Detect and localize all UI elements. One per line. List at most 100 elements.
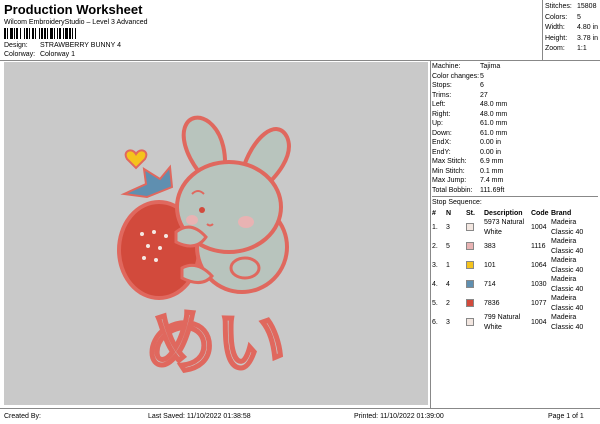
colorway-value: Colorway 1 <box>39 51 75 58</box>
machine-info-row: Down: 61.0 mm <box>432 129 598 139</box>
seq-code: 1004 <box>531 223 547 231</box>
seq-brand: Madeira Classic 40 <box>551 257 584 274</box>
colorway-row: Colorway: Colorway 1 <box>4 51 75 58</box>
machine-info-label: Left: <box>432 101 446 108</box>
seq-code: 1030 <box>531 280 547 288</box>
table-row: 4. 4 714 1030 Madeira Classic 40 <box>432 275 598 294</box>
machine-info-value: 5 <box>480 72 484 80</box>
machine-info-row: Up: 61.0 mm <box>432 119 598 129</box>
divider <box>430 60 431 408</box>
machine-info-value: 0.00 in <box>480 139 502 146</box>
divider <box>0 408 600 409</box>
machine-info-label: Color changes: <box>432 72 480 80</box>
machine-info-label: Up: <box>432 120 443 127</box>
machine-info-label: Total Bobbin: <box>432 186 473 194</box>
seq-brand: Madeira Classic 40 <box>551 238 584 255</box>
seq-num: 3. <box>432 261 438 269</box>
top-stat-value: 5 <box>577 13 581 21</box>
stop-sequence-label: Stop Sequence: <box>432 199 482 206</box>
machine-info-row: Trims: 27 <box>432 91 598 101</box>
col-header: # <box>432 209 436 217</box>
bunny-eye <box>199 207 205 213</box>
machine-info-label: EndX: <box>432 139 452 146</box>
footer-page: Page 1 of 1 <box>548 413 584 420</box>
divider <box>0 60 600 61</box>
machine-info-label: Trims: <box>432 91 452 99</box>
machine-info-value: 7.4 mm <box>480 177 504 184</box>
col-header: Description <box>484 209 523 217</box>
machine-info: Machine: Tajima Color changes: 5 Stops: 6 Trim… <box>432 62 598 332</box>
machine-info-label: Max Stitch: <box>432 158 467 165</box>
seq-needle: 4 <box>446 280 450 288</box>
divider <box>432 196 598 197</box>
machine-info-row: Max Jump: 7.4 mm <box>432 176 598 186</box>
seq-needle: 5 <box>446 242 450 250</box>
design-label: Design: <box>4 42 28 49</box>
color-swatch <box>466 298 474 307</box>
machine-info-value: 0.00 in <box>480 148 502 156</box>
machine-info-row: Total Bobbin: 111.69ft <box>432 186 598 196</box>
seq-brand: Madeira Classic 40 <box>551 276 584 293</box>
seq-st: 799 <box>484 314 496 321</box>
machine-info-row: Color changes: 5 <box>432 72 598 82</box>
top-stat-row: Stitches: 15808 <box>545 2 598 13</box>
col-header: Brand <box>551 209 572 217</box>
top-stat-value: 3.78 in <box>577 34 599 42</box>
col-header: N <box>446 209 452 217</box>
top-stat-value: 4.80 in <box>577 24 599 31</box>
seq-brand: Madeira Classic 40 <box>551 314 584 331</box>
seq-code: 1064 <box>531 261 547 269</box>
machine-info-value: 61.0 mm <box>480 129 508 137</box>
color-swatch <box>466 260 474 269</box>
machine-info-label: EndY: <box>432 148 451 156</box>
seq-num: 1. <box>432 223 438 231</box>
machine-info-row: Right: 48.0 mm <box>432 110 598 120</box>
footer-printed: Printed: 11/10/2022 01:39:00 <box>354 413 444 420</box>
seq-stitches <box>466 279 484 290</box>
machine-info-value: 61.0 mm <box>480 120 508 127</box>
machine-info-value: 48.0 mm <box>480 101 508 108</box>
design-svg: めい <box>117 115 291 387</box>
top-stat-label: Colors: <box>545 13 568 21</box>
table-row: 1. 3 5973 Natural White 1004 Madeira Classic… <box>432 218 598 237</box>
table-row: 5. 2 7836 1077 Madeira Classic 40 <box>432 294 598 313</box>
seq-stitches <box>466 241 484 252</box>
seq-needle: 2 <box>446 299 450 307</box>
design-row: Design: STRAWBERRY BUNNY 4 <box>4 42 121 49</box>
seq-num: 5. <box>432 299 438 307</box>
design-text: めい <box>146 302 286 384</box>
machine-info-label: Stops: <box>432 82 452 89</box>
machine-info-value: 48.0 mm <box>480 110 508 118</box>
top-stat-label: Width: <box>545 24 565 31</box>
leaf-icon <box>120 164 174 199</box>
heart-icon <box>124 149 148 170</box>
seq-stitches <box>466 222 484 233</box>
seq-needle: 1 <box>446 261 450 269</box>
table-row: 2. 5 383 1116 Madeira Classic 40 <box>432 237 598 256</box>
machine-info-value: 111.69ft <box>480 186 505 194</box>
machine-info-value: 0.1 mm <box>480 167 504 175</box>
design-value: STRAWBERRY BUNNY 4 <box>39 42 121 49</box>
seq-st: 101 <box>484 261 496 269</box>
seq-st: 714 <box>484 280 496 288</box>
top-stat-row: Colors: 5 <box>545 13 598 24</box>
machine-info-value: 27 <box>480 91 488 99</box>
seq-needle: 3 <box>446 223 450 231</box>
footer-created-by: Created By: <box>4 413 41 420</box>
stop-sequence-header: # N St. Description Code Brand <box>432 209 598 219</box>
seq-code: 1077 <box>531 299 547 307</box>
seq-st: 383 <box>484 242 496 250</box>
software-name: Wilcom EmbroideryStudio – Level 3 Advanc… <box>4 19 148 26</box>
machine-info-row: Max Stitch: 6.9 mm <box>432 157 598 167</box>
seq-stitches <box>466 317 484 328</box>
bunny-cheek <box>186 215 198 225</box>
page-title: Production Worksheet <box>4 2 143 17</box>
machine-info-label: Down: <box>432 129 452 137</box>
color-swatch <box>466 317 474 326</box>
barcode <box>4 28 144 39</box>
machine-info-label: Right: <box>432 110 451 118</box>
seq-num: 2. <box>432 242 438 250</box>
seq-code: 1004 <box>531 318 547 326</box>
machine-info-value: Tajima <box>480 63 501 70</box>
machine-info-value: 6 <box>480 82 484 89</box>
